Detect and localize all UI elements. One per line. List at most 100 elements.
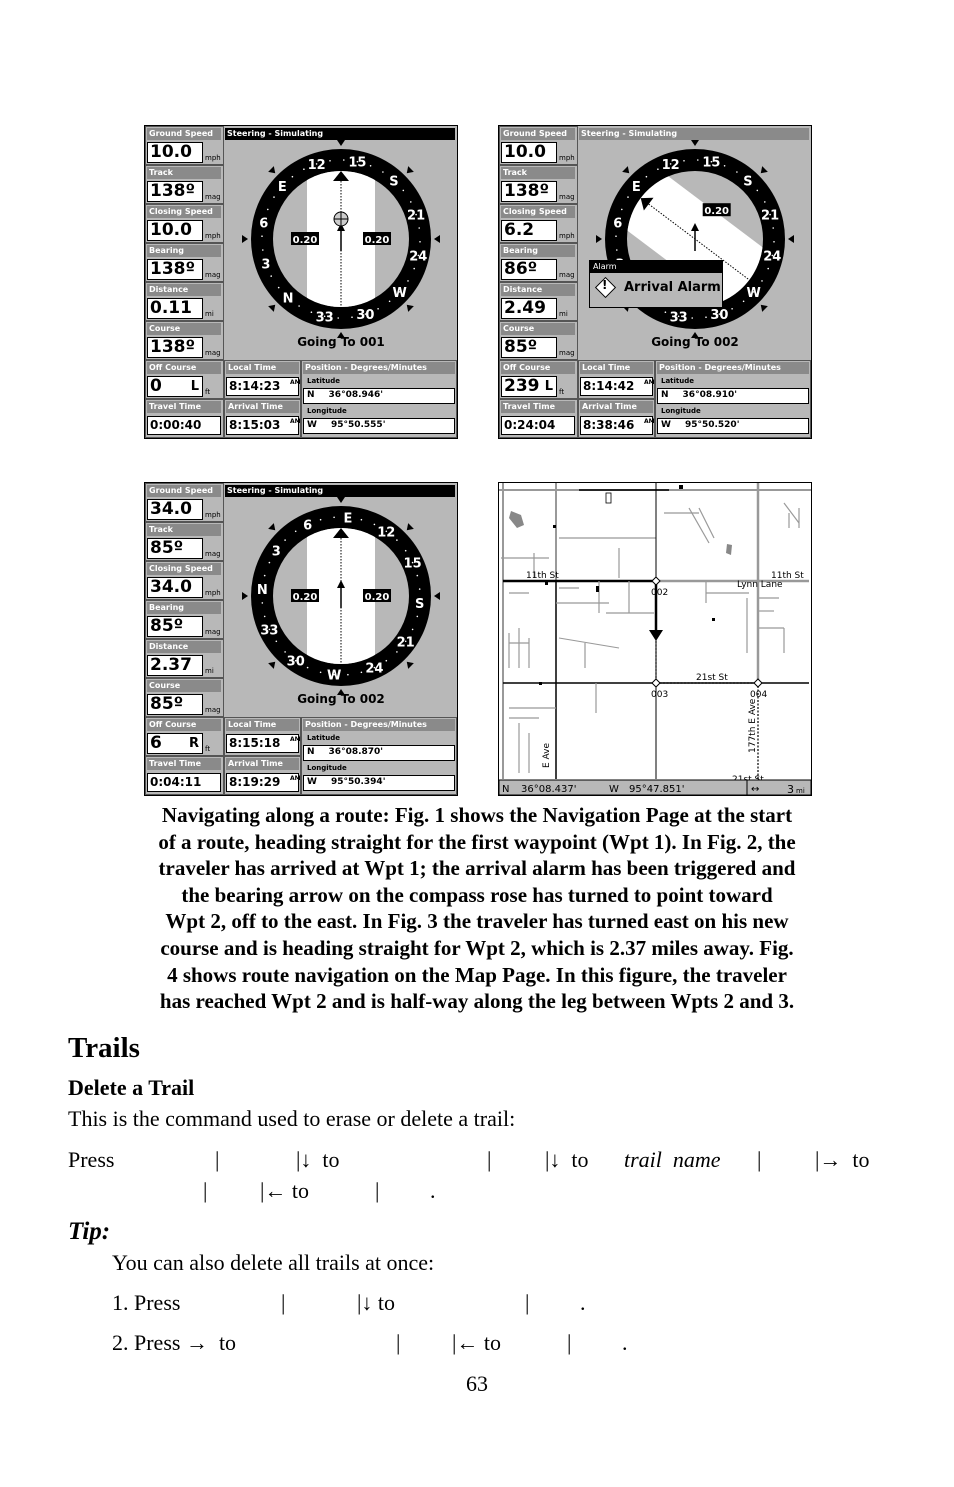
longitude-label: Longitude (307, 764, 347, 772)
lake-icon (726, 544, 732, 555)
compass-label: N (257, 583, 268, 598)
longitude-label: Longitude (307, 407, 347, 415)
compass-label: N (283, 292, 294, 307)
latitude-label: Latitude (661, 377, 695, 385)
compass-rose: N36E1215S2124W30330.200.20 (596, 140, 794, 338)
am-pm-indicator: AM (644, 379, 655, 386)
data-box-unit: mph (205, 232, 221, 240)
navigation-page-figure: Ground Speed 10.0 mph Track 138º mag Closing S… (144, 125, 458, 439)
data-box-value: 138º (147, 337, 203, 358)
data-box-value: 138º (147, 259, 203, 280)
tip-step-fragment: | (281, 1290, 286, 1315)
navigation-page-figure: Ground Speed 34.0 mph Track 85º mag Closing Sp… (144, 482, 458, 796)
corridor-width-label: 0.20 (365, 235, 390, 246)
figure-caption: Navigating along a route: Fig. 1 shows t… (40, 802, 914, 1015)
street-label: 21st St (696, 673, 728, 683)
travel-time-value: 0:24:04 (501, 416, 575, 435)
data-box-value: 10.0 (501, 142, 557, 163)
compass-label: 12 (308, 158, 326, 173)
off-course-label: Off Course (147, 719, 221, 731)
compass-label: 21 (397, 635, 415, 650)
latitude-hemisphere: N (307, 390, 315, 400)
data-box-label: Closing Speed (147, 206, 221, 218)
travel-time-label: Travel Time (147, 758, 221, 770)
tick-triangle-icon (434, 235, 440, 243)
off-course-number: 0 (150, 376, 162, 396)
caption-line: Navigating along a route: Fig. 1 shows t… (161, 803, 793, 827)
instruction-fragment: Press (68, 1147, 115, 1172)
instruction-fragment: trail name (624, 1147, 721, 1172)
arrival-alarm-popup[interactable]: Alarm! Arrival Alarm (589, 260, 723, 308)
travel-time-value: 0:04:11 (147, 773, 221, 792)
data-box-value: 34.0 (147, 499, 203, 520)
compass-label: 33 (260, 623, 278, 638)
street-label: E Ave (542, 742, 552, 768)
compass-label: 24 (763, 249, 781, 264)
instruction-fragment: | (757, 1147, 762, 1172)
compass-label: S (743, 174, 752, 189)
latitude-value: N 36°08.870' (303, 745, 455, 761)
instruction-fragment: |↓ to (545, 1147, 589, 1172)
data-box-unit: mag (205, 706, 221, 714)
compass-label: 6 (259, 217, 268, 232)
off-course-number: 6 (150, 733, 162, 753)
local-time-value: 8:15:18 (226, 734, 299, 753)
longitude-hemisphere: W (661, 420, 671, 430)
alarm-title: Alarm (590, 261, 722, 273)
latitude-hemisphere: N (307, 747, 315, 757)
off-course-value: 6R (147, 733, 203, 754)
steering-header: Steering - Simulating (579, 128, 809, 140)
data-box-unit: mph (205, 154, 221, 162)
data-box-value: 6.2 (501, 220, 557, 241)
arrival-time-value: 8:38:46 (580, 416, 653, 435)
compass-label: 15 (702, 156, 720, 171)
street-label: 177th E Ave (748, 698, 758, 753)
waypoint-icon (651, 678, 661, 688)
data-box-value: 85º (501, 337, 557, 358)
longitude-label: Longitude (661, 407, 701, 415)
off-course-label: Off Course (147, 362, 221, 374)
caption-line: traveler has arrived at Wpt 1; the arriv… (158, 856, 796, 881)
compass-label: 3 (261, 257, 270, 272)
instruction-fragment: |↓ to (296, 1147, 340, 1172)
data-box-value: 0.11 (147, 298, 203, 319)
subsection-title: Delete a Trail (68, 1075, 195, 1100)
tip-step-fragment: |↓ to (357, 1290, 396, 1315)
waypoint-label: 004 (750, 690, 767, 700)
data-box-unit: mi (559, 310, 568, 318)
latitude-value: N 36°08.946' (303, 388, 455, 404)
waypoint-icon (753, 678, 763, 688)
compass-label: 30 (356, 308, 374, 323)
data-box-value: 10.0 (147, 142, 203, 163)
longitude-number: 95°50.394' (330, 777, 386, 787)
compass-label: 30 (287, 655, 305, 670)
data-box-unit: mi (205, 310, 214, 318)
travel-time-label: Travel Time (501, 401, 575, 413)
tick-triangle-icon (337, 497, 345, 503)
longitude-hemisphere: W (307, 777, 317, 787)
arrival-time-label: Arrival Time (226, 758, 299, 770)
instruction-fragment: | (215, 1147, 220, 1172)
compass-label: E (278, 180, 287, 195)
compass-label: 3 (272, 545, 281, 560)
am-pm-indicator: AM (290, 418, 301, 425)
tick-triangle-icon (691, 140, 699, 146)
arrival-time-value: 8:19:29 (226, 773, 299, 792)
off-course-value: 0L (147, 376, 203, 397)
compass-label: 6 (613, 217, 622, 232)
compass-label: 33 (670, 310, 688, 325)
data-box-label: Distance (147, 641, 221, 653)
data-box-label: Bearing (501, 245, 575, 257)
caption-line: Wpt 2, off to the east. In Fig. 3 the tr… (165, 909, 789, 934)
data-box-label: Closing Speed (147, 563, 221, 575)
compass-label: 12 (377, 525, 395, 540)
data-box-value: 138º (501, 181, 557, 202)
data-box-label: Distance (147, 284, 221, 296)
latitude-label: Latitude (307, 734, 341, 742)
latitude-label: Latitude (307, 377, 341, 385)
latitude-hemisphere: N (661, 390, 669, 400)
data-box-label: Bearing (147, 245, 221, 257)
data-box-unit: mag (205, 349, 221, 357)
instruction-fragment: |← to (260, 1178, 310, 1203)
position-title: Position - Degrees/Minutes (303, 362, 455, 374)
